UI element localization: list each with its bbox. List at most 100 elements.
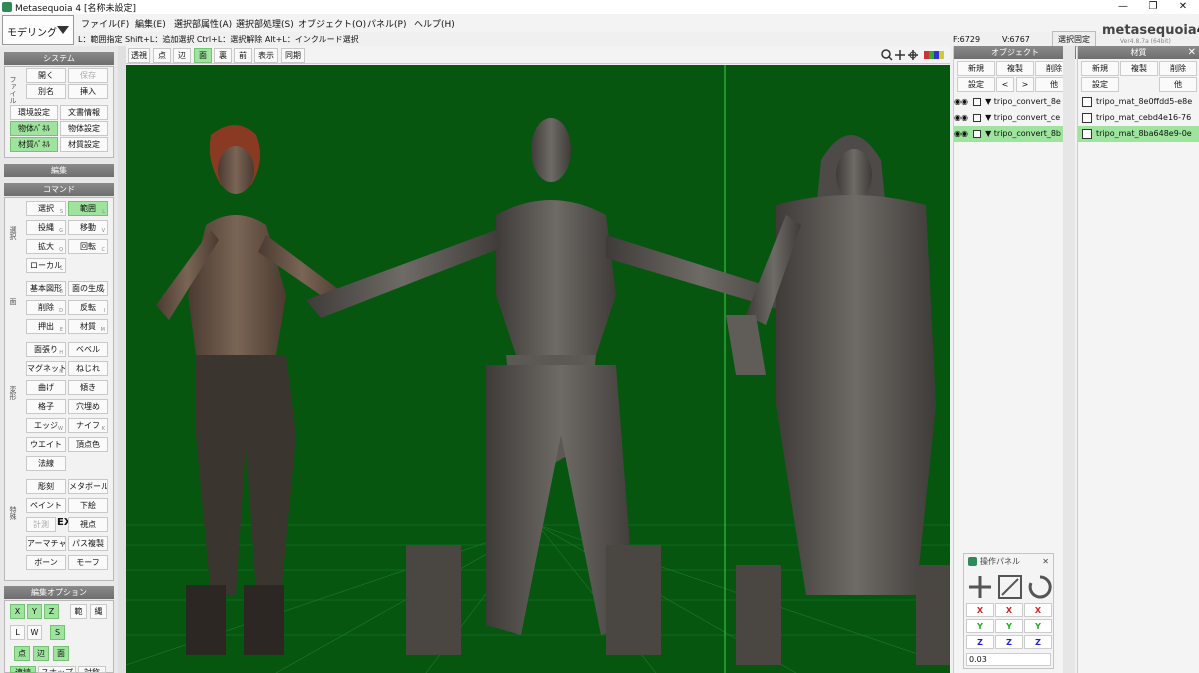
show-front-toggle[interactable]: 前: [234, 48, 252, 63]
expand-icon[interactable]: ▼: [985, 129, 991, 138]
metaball-tool[interactable]: メタボール: [68, 479, 108, 494]
object-settings-button[interactable]: 物体設定: [60, 121, 108, 136]
minimize-button[interactable]: —: [1108, 0, 1138, 14]
move-y-button[interactable]: Y: [966, 619, 994, 633]
object-settings-button[interactable]: 設定: [957, 77, 995, 92]
rotate-z-button[interactable]: Z: [1024, 635, 1052, 649]
sync-toggle[interactable]: 同期: [281, 48, 305, 63]
sculpt-tool[interactable]: 彫刻: [26, 479, 66, 494]
vertex-color-tool[interactable]: 頂点色: [68, 437, 108, 452]
insert-button[interactable]: 挿入: [68, 84, 108, 99]
paint-tool[interactable]: ペイント: [26, 498, 66, 513]
material-tool[interactable]: 材質 M: [68, 319, 108, 334]
move-z-button[interactable]: Z: [966, 635, 994, 649]
primitive-tool[interactable]: 基本図形 B: [26, 281, 66, 296]
model-figure-left[interactable]: [156, 125, 346, 655]
material-settings-button[interactable]: 設定: [1081, 77, 1119, 92]
lasso-tool[interactable]: 投縄 G: [26, 220, 66, 235]
maximize-button[interactable]: ❐: [1138, 0, 1168, 14]
close-button[interactable]: ✕: [1168, 0, 1198, 14]
create-face-tool[interactable]: 面の生成 T: [68, 281, 108, 296]
close-icon[interactable]: ✕: [1188, 46, 1196, 59]
fill-hole-tool[interactable]: 穴埋め: [68, 399, 108, 414]
expand-icon[interactable]: ▼: [985, 113, 991, 122]
menu-process[interactable]: 選択部処理(S): [236, 17, 294, 30]
move-tool[interactable]: 移動 V: [68, 220, 108, 235]
menu-attr[interactable]: 選択部属性(A): [174, 17, 232, 30]
select-tool[interactable]: 選択 S: [26, 201, 66, 216]
menu-edit[interactable]: 編集(E): [135, 17, 166, 30]
normal-tool[interactable]: 法線: [26, 456, 66, 471]
color-palette-icon[interactable]: [924, 51, 944, 59]
model-figure-center[interactable]: [306, 118, 796, 655]
menu-panel[interactable]: パネル(P): [367, 17, 406, 30]
knife-tool[interactable]: ナイフ K: [68, 418, 108, 433]
model-figure-right[interactable]: [726, 135, 950, 665]
show-vertex-toggle[interactable]: 点: [153, 48, 171, 63]
range-tool[interactable]: 範囲 L: [68, 201, 108, 216]
bend-tool[interactable]: 曲げ: [26, 380, 66, 395]
viewpoint-tool[interactable]: 視点: [68, 517, 108, 532]
visibility-icon[interactable]: ◉◉: [954, 97, 968, 106]
continuous-toggle[interactable]: 連続: [10, 666, 36, 673]
new-object-button[interactable]: 新規: [957, 61, 995, 76]
perspective-toggle[interactable]: 透視: [128, 48, 150, 63]
target-vertex-toggle[interactable]: 点: [14, 646, 30, 661]
underlay-tool[interactable]: 下絵: [68, 498, 108, 513]
rotate-mode-icon[interactable]: [1028, 575, 1052, 599]
duplicate-object-button[interactable]: 複製: [996, 61, 1034, 76]
delete-material-button[interactable]: 削除: [1159, 61, 1197, 76]
menu-file[interactable]: ファイル(F): [81, 17, 129, 30]
duplicate-material-button[interactable]: 複製: [1120, 61, 1158, 76]
path-clone-tool[interactable]: パス複製: [68, 536, 108, 551]
pan-icon[interactable]: [895, 50, 905, 60]
expand-icon[interactable]: ▼: [985, 97, 991, 106]
tilt-tool[interactable]: 傾き: [68, 380, 108, 395]
doc-info-button[interactable]: 文書情報: [60, 105, 108, 120]
range-option[interactable]: 範: [70, 604, 87, 619]
material-list-item[interactable]: tripo_mat_cebd4e16-76: [1078, 110, 1199, 126]
rotate-x-button[interactable]: X: [1024, 603, 1052, 617]
extrude-tool[interactable]: 押出 E: [26, 319, 66, 334]
weight-tool[interactable]: ウエイト: [26, 437, 66, 452]
3d-viewport[interactable]: [126, 65, 950, 673]
bone-tool[interactable]: ボーン: [26, 555, 66, 570]
space-world-toggle[interactable]: W: [27, 625, 42, 640]
material-more-button[interactable]: 他: [1159, 77, 1197, 92]
rotate-tool[interactable]: 回転 C: [68, 239, 108, 254]
object-prev-button[interactable]: <: [996, 77, 1014, 92]
axis-z-toggle[interactable]: Z: [44, 604, 59, 619]
lattice-tool[interactable]: 格子: [26, 399, 66, 414]
new-material-button[interactable]: 新規: [1081, 61, 1119, 76]
scale-tool[interactable]: 拡大 Q: [26, 239, 66, 254]
visibility-icon[interactable]: ◉◉: [954, 113, 968, 122]
visibility-icon[interactable]: ◉◉: [954, 129, 968, 138]
axis-y-toggle[interactable]: Y: [27, 604, 42, 619]
save-button[interactable]: 保存: [68, 68, 108, 83]
edge-tool[interactable]: エッジ W: [26, 418, 66, 433]
lock-checkbox[interactable]: [972, 129, 981, 138]
target-face-toggle[interactable]: 面: [53, 646, 69, 661]
material-list-item-selected[interactable]: tripo_mat_8ba648e9-0e: [1078, 126, 1199, 142]
material-settings-button[interactable]: 材質設定: [60, 137, 108, 152]
right-scrollbar[interactable]: [1063, 46, 1075, 673]
object-list-item[interactable]: ◉◉ ▼ tripo_convert_8e: [954, 94, 1064, 110]
preferences-button[interactable]: 環境設定: [10, 105, 58, 120]
snap-toggle[interactable]: スナップ: [38, 666, 76, 673]
scale-x-button[interactable]: X: [995, 603, 1023, 617]
move-mode-icon[interactable]: [969, 576, 991, 598]
measure-tool[interactable]: 計測: [26, 517, 56, 532]
face-fill-tool[interactable]: 面張り H: [26, 342, 66, 357]
space-screen-toggle[interactable]: S: [50, 625, 65, 640]
menu-object[interactable]: オブジェクト(O): [298, 17, 366, 30]
move-x-button[interactable]: X: [966, 603, 994, 617]
armature-tool[interactable]: アーマチャー: [26, 536, 66, 551]
material-panel-button[interactable]: 材質ﾊﾟﾈﾙ: [10, 137, 58, 152]
show-back-toggle[interactable]: 裏: [214, 48, 232, 63]
rotate-view-icon[interactable]: [908, 50, 918, 60]
object-panel-button[interactable]: 物体ﾊﾟﾈﾙ: [10, 121, 58, 136]
zoom-icon[interactable]: [881, 49, 893, 61]
save-as-button[interactable]: 別名: [26, 84, 66, 99]
rotate-y-button[interactable]: Y: [1024, 619, 1052, 633]
close-icon[interactable]: ✕: [1042, 554, 1049, 570]
